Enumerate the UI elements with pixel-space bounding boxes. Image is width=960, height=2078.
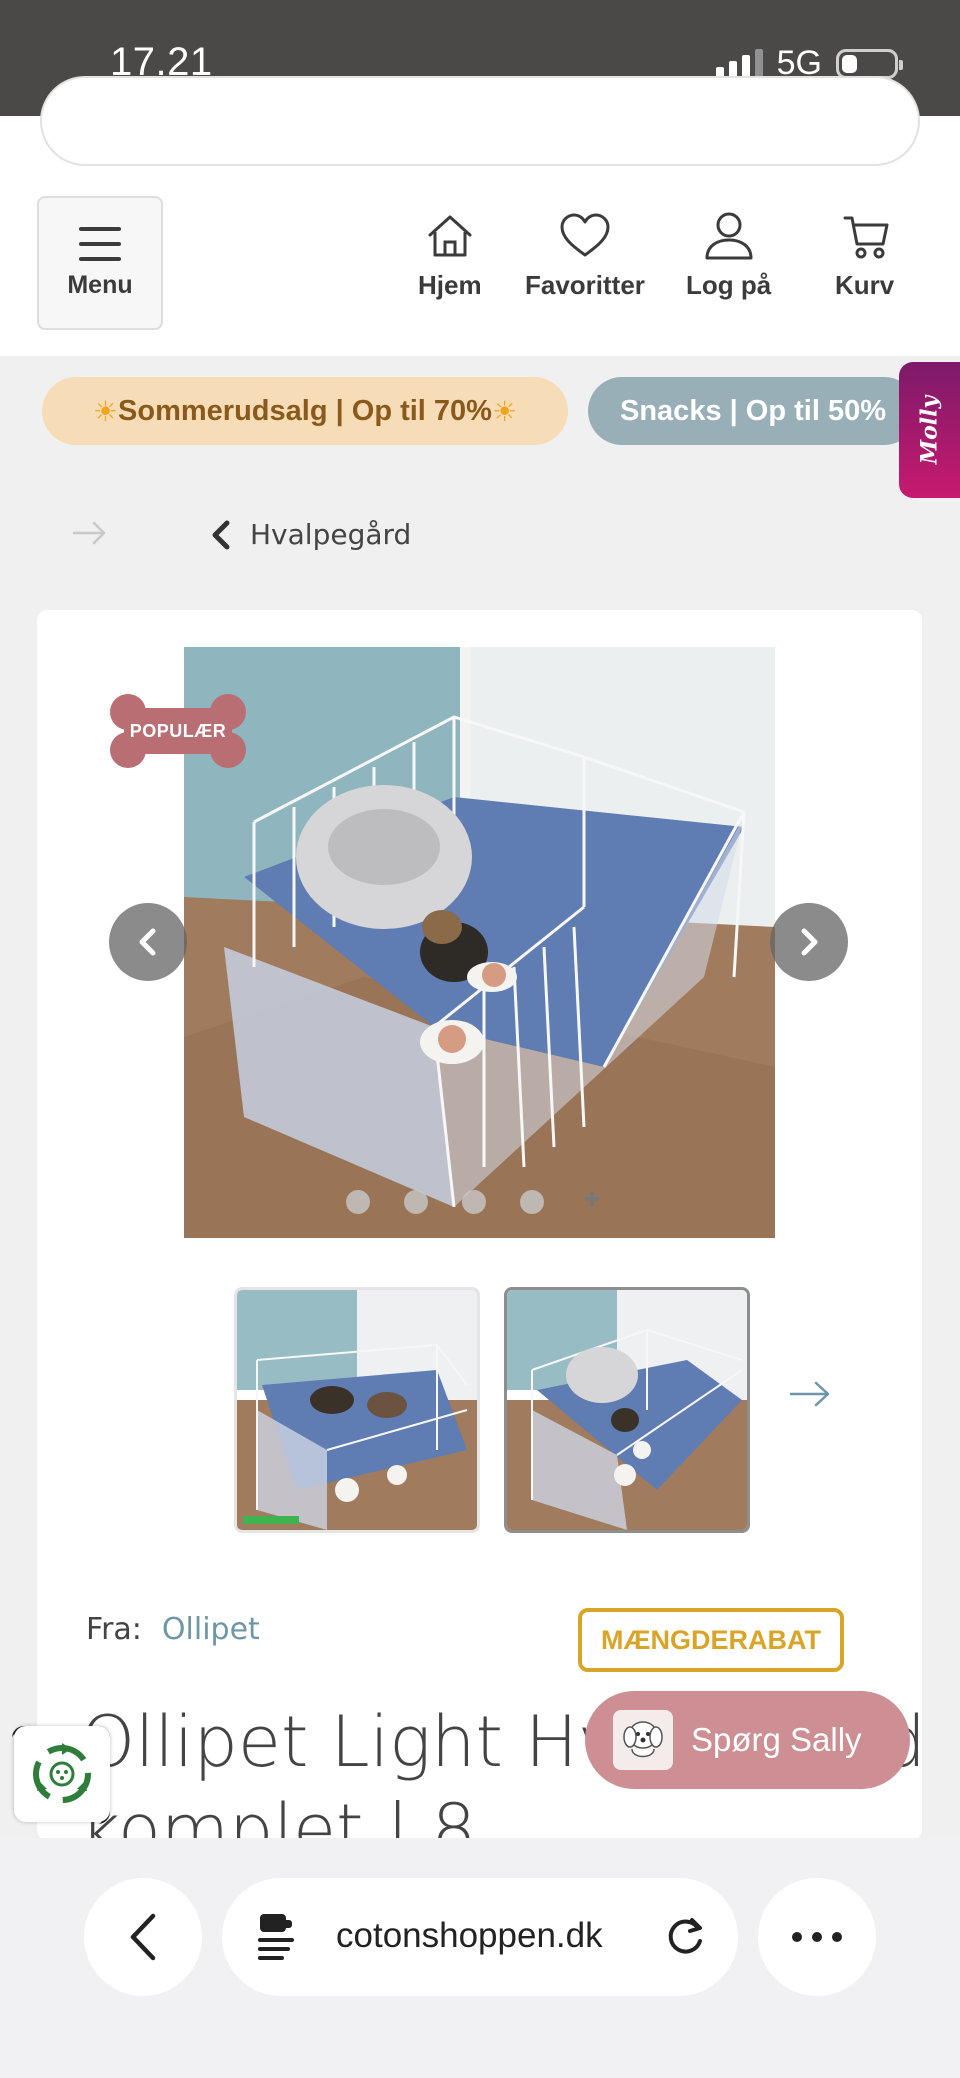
search-input[interactable] — [72, 108, 852, 140]
more-dot — [812, 1932, 822, 1942]
nav-login[interactable]: Log på — [686, 208, 771, 301]
carousel-dot[interactable] — [462, 1190, 486, 1214]
cart-icon — [843, 216, 889, 259]
carousel-prev-button[interactable] — [109, 903, 187, 981]
site-header: Menu Hjem Favoritter Log på Kurv — [0, 76, 960, 356]
plus-icon[interactable]: + — [578, 1185, 606, 1216]
chat-sally-button[interactable]: Spørg Sally — [585, 1691, 910, 1789]
chevron-right-icon — [801, 928, 818, 956]
user-icon — [705, 212, 753, 260]
dog-avatar-icon — [613, 1710, 673, 1770]
nav-home[interactable]: Hjem — [418, 208, 482, 301]
promo-snacks-label: Snacks | Op til 50% — [620, 394, 886, 427]
more-dot — [832, 1932, 842, 1942]
arrow-right-icon[interactable] — [788, 1378, 832, 1410]
battery-icon — [836, 48, 903, 79]
carousel-dot[interactable] — [404, 1190, 428, 1214]
thumbnail-image — [507, 1290, 747, 1530]
arrow-right-icon[interactable] — [72, 518, 108, 548]
address-domain: cotonshoppen.dk — [336, 1916, 603, 1955]
home-icon — [428, 215, 472, 257]
menu-button[interactable]: Menu — [37, 196, 163, 330]
product-thumbnail[interactable] — [234, 1287, 480, 1533]
nav-home-label: Hjem — [418, 270, 482, 300]
breadcrumb[interactable]: Hvalpegård — [210, 518, 411, 551]
browser-toolbar: cotonshoppen.dk — [0, 1838, 960, 2078]
heart-icon — [560, 213, 610, 257]
browser-back-button[interactable] — [84, 1878, 202, 1996]
signal-icon — [715, 48, 763, 79]
menu-label: Menu — [67, 270, 133, 299]
carousel-dots: + — [346, 1185, 606, 1216]
molly-label: Molly — [916, 395, 943, 465]
sun-icon: ☀ — [92, 395, 119, 427]
carousel-next-button[interactable] — [770, 903, 848, 981]
product-main-image[interactable] — [184, 647, 775, 1238]
recycle-icon — [33, 1743, 91, 1803]
brand-row: Fra: Ollipet — [86, 1612, 260, 1647]
more-dot — [792, 1932, 802, 1942]
eco-widget[interactable] — [14, 1726, 110, 1822]
reload-icon[interactable] — [662, 1914, 708, 1960]
hamburger-icon — [79, 226, 121, 261]
molly-tab[interactable]: Molly — [899, 362, 960, 498]
from-label: Fra: — [86, 1612, 142, 1647]
puppy-pen-image — [184, 647, 775, 1238]
battery-level — [842, 54, 857, 73]
search-bar[interactable] — [40, 76, 920, 166]
promo-snacks[interactable]: Snacks | Op til 50% — [588, 377, 918, 445]
chevron-left-icon — [130, 1913, 156, 1961]
address-bar[interactable]: cotonshoppen.dk — [222, 1878, 738, 1996]
popular-badge-label: POPULÆR — [129, 720, 227, 741]
nav-cart-label: Kurv — [835, 270, 895, 300]
nav-cart[interactable]: Kurv — [835, 208, 894, 301]
brand-link[interactable]: Ollipet — [162, 1612, 260, 1647]
chat-sally-label: Spørg Sally — [691, 1721, 862, 1758]
chevron-left-icon — [139, 928, 156, 956]
thumbnail-image — [237, 1290, 477, 1530]
product-thumbnail[interactable] — [504, 1287, 750, 1533]
nav-login-label: Log på — [686, 270, 772, 300]
carousel-dot[interactable] — [346, 1190, 370, 1214]
nav-favorites-label: Favoritter — [525, 270, 645, 300]
carousel-dot[interactable] — [520, 1190, 544, 1214]
nav-favorites[interactable]: Favoritter — [525, 208, 645, 301]
page-settings-icon — [258, 1914, 294, 1960]
promo-summer-label: Sommerudsalg | Op til 70% — [118, 394, 492, 427]
promo-summer-sale[interactable]: ☀ Sommerudsalg | Op til 70% ☀ — [42, 377, 568, 445]
quantity-discount-badge: MÆNGDERABAT — [578, 1608, 844, 1672]
chevron-left-icon — [212, 520, 230, 549]
popular-badge: POPULÆR — [108, 692, 248, 770]
browser-more-button[interactable] — [758, 1878, 876, 1996]
sun-icon: ☀ — [491, 395, 518, 427]
breadcrumb-label: Hvalpegård — [250, 518, 412, 551]
